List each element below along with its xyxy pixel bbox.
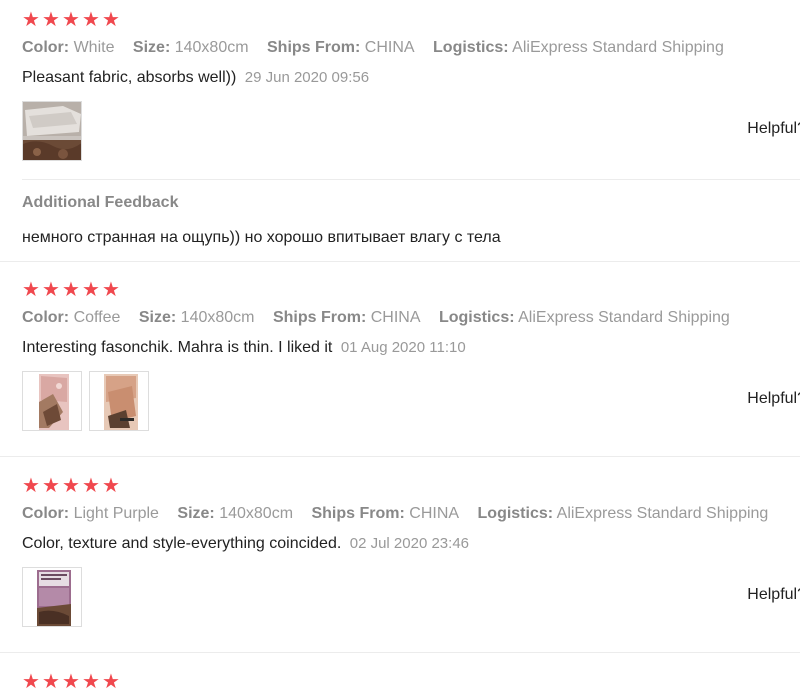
review-item: ★ ★ ★ ★ ★ Color: White Size: 140x80cm Sh…: [0, 0, 800, 262]
review-date: 01 Aug 2020 11:10: [340, 339, 466, 356]
star-icon: ★: [102, 9, 120, 31]
size-value: 140x80cm: [180, 309, 255, 326]
ships-from-label: Ships From:: [267, 39, 361, 56]
star-icon: ★: [22, 9, 40, 31]
review-divider: [0, 652, 800, 653]
star-icon: ★: [62, 475, 80, 497]
star-icon: ★: [22, 671, 40, 693]
star-icon: ★: [82, 279, 100, 301]
star-icon: ★: [82, 475, 100, 497]
review-item: ★ ★ ★ ★ ★ Color: Light Purple Size: 140x…: [0, 466, 800, 652]
review-text: Pleasant fabric, absorbs well)): [22, 69, 237, 86]
size-label: Size:: [177, 505, 215, 522]
logistics-label: Logistics:: [438, 309, 515, 326]
rating-stars: ★ ★ ★ ★ ★: [22, 280, 121, 300]
star-icon: ★: [42, 279, 60, 301]
photo-image: [23, 372, 81, 430]
divider: [22, 179, 800, 180]
review-photos: [22, 371, 149, 431]
star-icon: ★: [102, 671, 120, 693]
review-text: Interesting fasonchik. Mahra is thin. I …: [22, 339, 333, 356]
review-item: ★ ★ ★ ★ ★: [0, 662, 800, 692]
star-icon: ★: [42, 9, 60, 31]
logistics-label: Logistics:: [477, 505, 554, 522]
logistics-value: AliExpress Standard Shipping: [556, 505, 769, 522]
logistics-label: Logistics:: [433, 39, 509, 56]
review-text-line: Color, texture and style-everything coin…: [22, 534, 469, 554]
review-photo-thumbnail[interactable]: [89, 371, 149, 431]
review-photos: [22, 101, 82, 161]
size-label: Size:: [132, 39, 171, 56]
star-icon: ★: [82, 671, 100, 693]
size-label: Size:: [138, 309, 177, 326]
additional-feedback-text: немного странная на ощупь)) но хорошо вп…: [22, 229, 501, 246]
review-item: ★ ★ ★ ★ ★ Color: Coffee Size: 140x80cm S…: [0, 270, 800, 456]
rating-stars: ★ ★ ★ ★ ★: [22, 10, 121, 30]
rating-stars: ★ ★ ★ ★ ★: [22, 476, 121, 496]
additional-feedback-title: Additional Feedback: [22, 194, 179, 211]
rating-stars: ★ ★ ★ ★ ★: [22, 672, 121, 692]
review-photo-thumbnail[interactable]: [22, 567, 82, 627]
review-photos: [22, 567, 82, 627]
star-icon: ★: [22, 475, 40, 497]
star-icon: ★: [42, 475, 60, 497]
color-label: Color:: [22, 505, 70, 522]
photo-image: [90, 372, 148, 430]
review-text-line: Interesting fasonchik. Mahra is thin. I …: [22, 338, 466, 358]
ships-from-value: CHINA: [409, 505, 460, 522]
star-icon: ★: [62, 9, 80, 31]
star-icon: ★: [82, 9, 100, 31]
review-date: 29 Jun 2020 09:56: [244, 69, 370, 86]
star-icon: ★: [42, 671, 60, 693]
helpful-button[interactable]: Helpful?: [747, 390, 800, 408]
review-sku-info: Color: White Size: 140x80cm Ships From: …: [22, 38, 738, 58]
size-value: 140x80cm: [174, 39, 249, 56]
review-text: Color, texture and style-everything coin…: [22, 535, 342, 552]
review-sku-info: Color: Coffee Size: 140x80cm Ships From:…: [22, 308, 744, 328]
color-label: Color:: [22, 309, 70, 326]
ships-from-value: CHINA: [370, 309, 421, 326]
star-icon: ★: [62, 671, 80, 693]
color-value: Coffee: [73, 309, 121, 326]
photo-image: [23, 568, 81, 626]
review-photo-thumbnail[interactable]: [22, 371, 82, 431]
photo-image: [23, 102, 81, 160]
review-sku-info: Color: Light Purple Size: 140x80cm Ships…: [22, 504, 782, 524]
review-text-line: Pleasant fabric, absorbs well)) 29 Jun 2…: [22, 68, 369, 88]
helpful-button[interactable]: Helpful?: [747, 586, 800, 604]
color-label: Color:: [22, 39, 70, 56]
helpful-button[interactable]: Helpful?: [747, 120, 800, 138]
color-value: White: [73, 39, 115, 56]
ships-from-label: Ships From:: [311, 505, 405, 522]
color-value: Light Purple: [73, 505, 159, 522]
ships-from-value: CHINA: [364, 39, 415, 56]
review-date: 02 Jul 2020 23:46: [349, 535, 470, 552]
logistics-value: AliExpress Standard Shipping: [512, 39, 724, 56]
review-divider: [0, 261, 800, 262]
review-photo-thumbnail[interactable]: [22, 101, 82, 161]
star-icon: ★: [22, 279, 40, 301]
size-value: 140x80cm: [219, 505, 294, 522]
review-divider: [0, 456, 800, 457]
star-icon: ★: [102, 279, 120, 301]
star-icon: ★: [62, 279, 80, 301]
star-icon: ★: [102, 475, 120, 497]
logistics-value: AliExpress Standard Shipping: [518, 309, 730, 326]
ships-from-label: Ships From:: [272, 309, 367, 326]
